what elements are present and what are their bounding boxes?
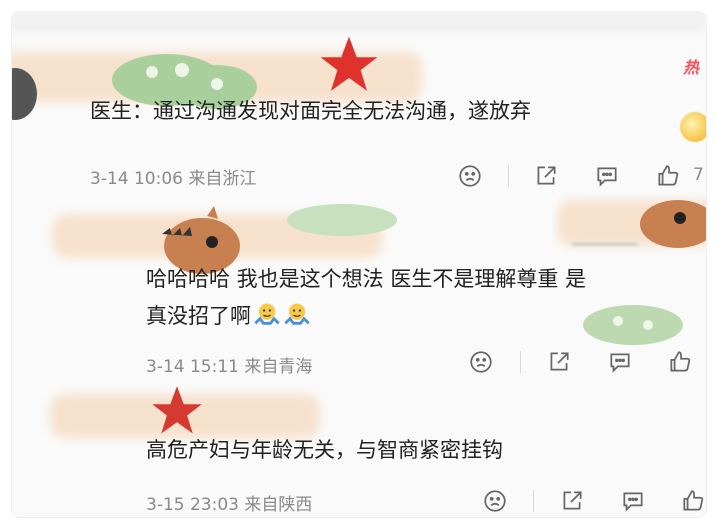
comment-icon[interactable] [607, 349, 633, 375]
comment-icon[interactable] [620, 488, 646, 514]
sad-face-icon[interactable] [482, 488, 508, 514]
divider [520, 351, 521, 373]
share-icon[interactable] [533, 163, 559, 189]
star-sticker [152, 386, 202, 434]
thumbs-up-icon[interactable] [667, 349, 693, 375]
thumbs-up-icon[interactable] [680, 488, 706, 514]
comment-meta: 3-14 15:11 来自青海 [146, 357, 313, 377]
like-count: 7 [693, 165, 704, 185]
comment-text: 真没招了啊 [146, 304, 251, 328]
blurred-text: ▔▔▔▔▔ [572, 244, 638, 264]
comment-meta: 3-15 23:03 来自陕西 [146, 495, 313, 515]
avatar[interactable] [12, 64, 47, 124]
cloud-sticker [287, 204, 397, 236]
coin-badge-icon [680, 112, 706, 142]
comment-list: 热 医生：通过沟通发现对面完全无法沟通，遂放弃 3-14 10:06 来自浙江 … [12, 12, 706, 517]
comment-text: 哈哈哈哈 我也是这个想法 医生不是理解尊重 是 [146, 267, 587, 291]
comment-meta: 3-14 10:06 来自浙江 [90, 169, 257, 189]
share-icon[interactable] [546, 349, 572, 375]
comment-text-line: 真没招了啊 [146, 300, 311, 331]
shrug-emoji-icon [284, 303, 310, 325]
sad-face-icon[interactable] [457, 163, 483, 189]
comment-text: 高危产妇与年龄无关，与智商紧密挂钩 [146, 438, 503, 462]
star-sticker [320, 36, 378, 91]
horse-sticker [640, 200, 706, 248]
divider [533, 490, 534, 512]
shrug-emoji-icon [254, 303, 280, 325]
thumbs-up-icon[interactable] [655, 163, 681, 189]
share-icon[interactable] [559, 488, 585, 514]
comment-icon[interactable] [594, 163, 620, 189]
divider [508, 165, 509, 187]
hot-badge: 热 [683, 58, 700, 77]
cloud-sticker [583, 305, 683, 345]
comment-text: 医生：通过沟通发现对面完全无法沟通，遂放弃 [90, 99, 531, 123]
sad-face-icon[interactable] [468, 349, 494, 375]
blurred-top-strip [12, 12, 706, 32]
